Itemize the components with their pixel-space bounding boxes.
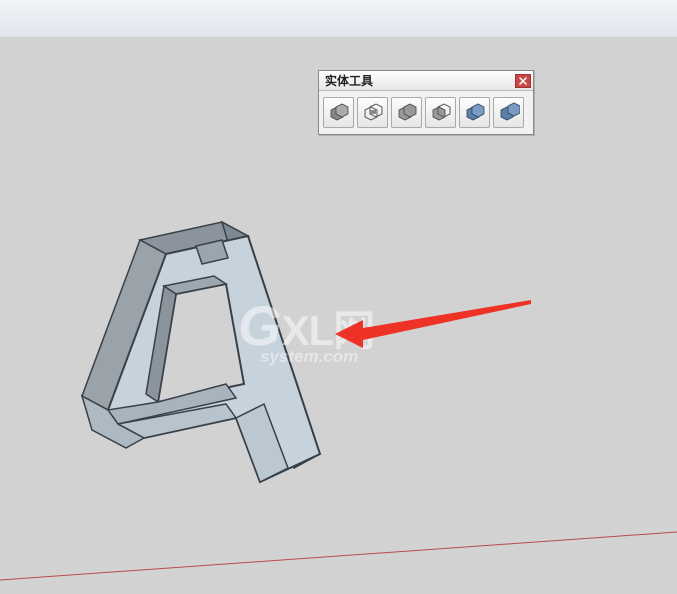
ground-axis-line [0, 474, 677, 594]
viewport-3d[interactable]: GXL网 system.com 实体工具 [0, 38, 677, 594]
tool-split[interactable] [493, 97, 524, 128]
tool-trim[interactable] [459, 97, 490, 128]
toolbar-header[interactable]: 实体工具 [319, 71, 533, 91]
trim-icon [464, 102, 486, 124]
outer-shell-icon [328, 102, 350, 124]
tool-outer-shell[interactable] [323, 97, 354, 128]
tool-union[interactable] [391, 97, 422, 128]
application-title-bar [0, 0, 677, 38]
watermark-suffix: XL网 [282, 310, 375, 352]
split-icon [498, 102, 520, 124]
watermark-overlay: GXL网 system.com [238, 298, 374, 365]
close-button[interactable] [515, 74, 531, 88]
watermark-prefix: G [238, 298, 282, 354]
solid-tools-toolbar: 实体工具 [318, 70, 534, 135]
annotation-arrow [335, 292, 535, 352]
intersect-icon [362, 102, 384, 124]
tool-subtract[interactable] [425, 97, 456, 128]
tool-intersect[interactable] [357, 97, 388, 128]
union-icon [396, 102, 418, 124]
close-icon [519, 77, 527, 85]
subtract-icon [430, 102, 452, 124]
toolbar-title: 实体工具 [325, 72, 373, 89]
model-object [68, 186, 368, 526]
watermark-sub: system.com [260, 348, 374, 365]
toolbar-body [319, 91, 533, 134]
